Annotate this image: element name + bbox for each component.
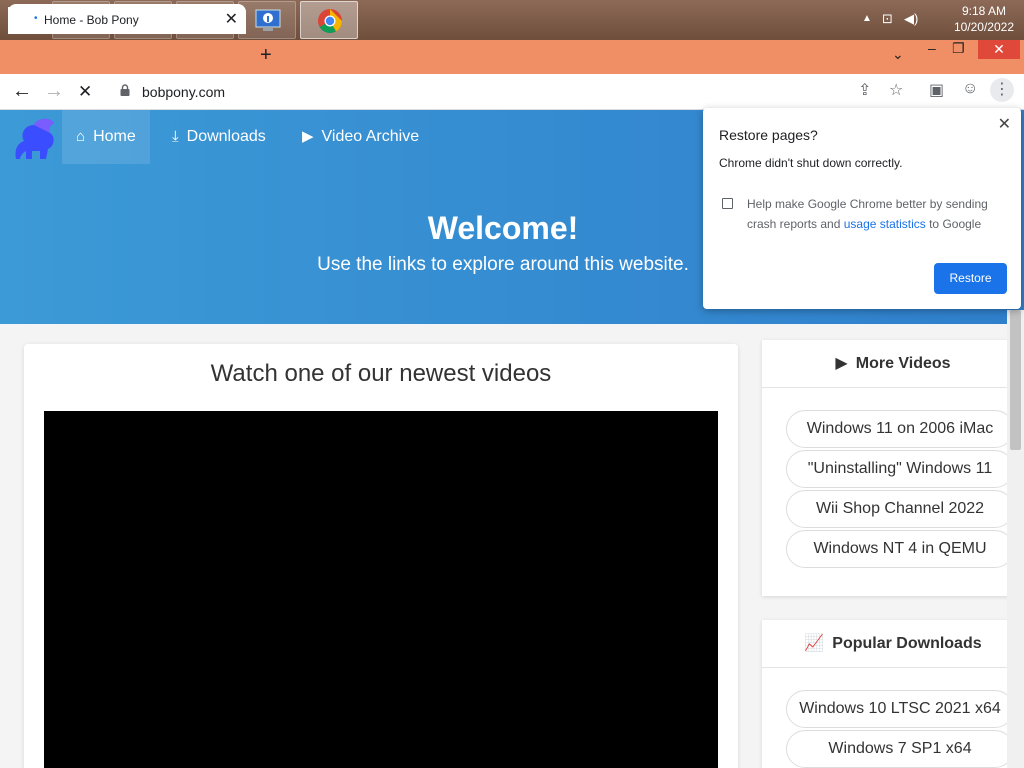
system-tray: ▲ ⊡ ◀) 9:18 AM 10/20/2022 xyxy=(854,0,1024,40)
video-link-item[interactable]: "Uninstalling" Windows 11 xyxy=(786,450,1014,488)
nav-video-archive[interactable]: ▶ Video Archive xyxy=(288,110,433,164)
forward-icon[interactable]: → xyxy=(44,80,64,103)
stop-loading-icon[interactable]: ✕ xyxy=(78,82,92,102)
nav-video-archive-label: Video Archive xyxy=(321,128,420,145)
loading-dot-icon: • xyxy=(34,13,38,24)
download-link-item[interactable]: Windows 10 LTSC 2021 x64 xyxy=(786,690,1014,728)
minimize-button[interactable]: – xyxy=(928,40,936,60)
restore-pages-dialog: Restore pages? ✕ Chrome didn't shut down… xyxy=(703,108,1021,309)
video-link-item[interactable]: Windows NT 4 in QEMU xyxy=(786,530,1014,568)
more-videos-list: Windows 11 on 2006 iMac "Uninstalling" W… xyxy=(762,388,1024,568)
dialog-close-icon[interactable]: ✕ xyxy=(998,114,1011,134)
nav-home[interactable]: ⌂ Home xyxy=(62,110,150,164)
scrollbar-thumb[interactable] xyxy=(1010,310,1021,450)
tab-close-icon[interactable]: ✕ xyxy=(225,9,238,29)
popular-downloads-heading-label: Popular Downloads xyxy=(832,635,982,652)
taskbar-system-info[interactable] xyxy=(238,1,296,39)
address-bar[interactable]: bobpony.com xyxy=(108,78,1024,106)
newest-video-card: Watch one of our newest videos xyxy=(24,344,738,768)
volume-icon[interactable]: ◀) xyxy=(904,11,918,27)
url-text[interactable]: bobpony.com xyxy=(142,84,225,100)
video-section-heading: Watch one of our newest videos xyxy=(210,360,552,387)
nav-downloads-label: Downloads xyxy=(186,128,266,145)
tab-strip xyxy=(0,40,1024,74)
chart-line-icon: 📈 xyxy=(804,635,825,652)
network-icon[interactable]: ⊡ xyxy=(882,11,893,27)
taskbar-chrome[interactable] xyxy=(300,1,358,39)
tab-home[interactable]: • Home - Bob Pony ✕ xyxy=(8,4,246,34)
popular-downloads-card: 📈 Popular Downloads Windows 10 LTSC 2021 … xyxy=(762,620,1024,768)
page-scrollbar[interactable] xyxy=(1007,310,1024,768)
nav-home-label: Home xyxy=(93,128,136,145)
browser-toolbar: ← → ✕ bobpony.com ⇪ ☆ ▣ ☺ ⋮ xyxy=(0,74,1024,110)
side-panel-icon[interactable]: ▣ xyxy=(929,80,944,100)
video-icon: ▶ xyxy=(302,128,314,145)
more-videos-card: ▶ More Videos Windows 11 on 2006 iMac "Un… xyxy=(762,340,1024,596)
download-link-item[interactable]: Windows 7 SP1 x64 xyxy=(786,730,1014,768)
back-icon[interactable]: ← xyxy=(12,80,32,103)
restore-button[interactable]: Restore xyxy=(934,263,1007,294)
show-hidden-icons-icon[interactable]: ▲ xyxy=(862,13,872,24)
lock-icon[interactable] xyxy=(120,84,130,96)
more-videos-heading: ▶ More Videos xyxy=(762,340,1024,388)
profile-icon[interactable]: ☺ xyxy=(962,80,978,98)
chrome-icon xyxy=(318,9,342,34)
video-link-item[interactable]: Windows 11 on 2006 iMac xyxy=(786,410,1014,448)
clock-time: 9:18 AM xyxy=(961,4,1006,18)
new-tab-button[interactable]: + xyxy=(260,44,272,67)
system-info-icon xyxy=(255,9,281,31)
bookmark-star-icon[interactable]: ☆ xyxy=(889,80,903,100)
usage-statistics-link[interactable]: usage statistics xyxy=(844,217,926,231)
download-icon: ⤓ xyxy=(172,128,179,145)
taskbar-clock[interactable]: 9:18 AM 10/20/2022 xyxy=(954,3,1014,35)
share-icon[interactable]: ⇪ xyxy=(858,80,871,100)
more-menu-icon[interactable]: ⋮ xyxy=(990,78,1014,102)
more-videos-heading-label: More Videos xyxy=(855,355,951,372)
crash-report-label-suffix: to Google xyxy=(925,217,982,231)
restore-dialog-message: Chrome didn't shut down correctly. xyxy=(719,156,903,170)
video-link-item[interactable]: Wii Shop Channel 2022 xyxy=(786,490,1014,528)
home-icon: ⌂ xyxy=(76,128,86,145)
popular-downloads-heading: 📈 Popular Downloads xyxy=(762,620,1024,668)
restore-window-button[interactable]: ❐ xyxy=(952,40,965,60)
tab-title: Home - Bob Pony xyxy=(44,13,139,27)
video-player[interactable] xyxy=(44,411,718,768)
site-logo-icon[interactable] xyxy=(10,115,60,163)
crash-report-label: Help make Google Chrome better by sendin… xyxy=(747,194,1007,234)
popular-downloads-list: Windows 10 LTSC 2021 x64 Windows 7 SP1 x… xyxy=(762,668,1024,768)
youtube-icon: ▶ xyxy=(835,355,848,372)
clock-date: 10/20/2022 xyxy=(953,20,1014,34)
tab-search-chevron-down-icon[interactable]: ⌄ xyxy=(892,46,904,63)
restore-dialog-title: Restore pages? xyxy=(719,127,818,143)
nav-downloads[interactable]: ⤓ Downloads xyxy=(158,110,280,164)
crash-report-checkbox[interactable] xyxy=(722,198,733,209)
window-close-button[interactable]: ✕ xyxy=(978,40,1020,59)
